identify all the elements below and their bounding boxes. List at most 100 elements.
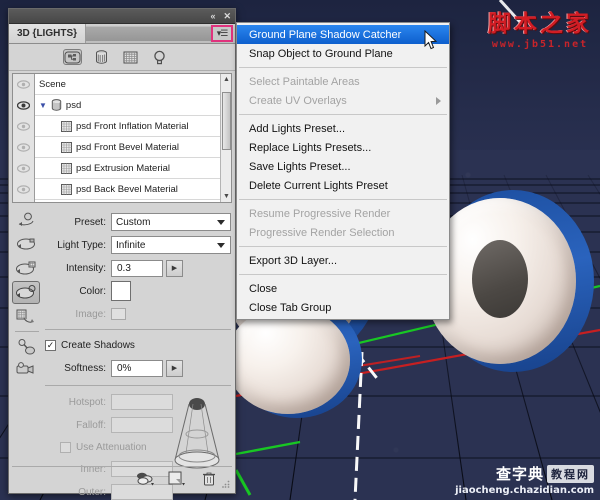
scene-tree-rows[interactable]: Scene ▼ psd psd Front Inflation Material — [35, 74, 231, 202]
eye-toggle[interactable] — [13, 74, 34, 95]
tree-scrollbar[interactable]: ▲ ▼ — [220, 74, 231, 202]
light-filter-button[interactable] — [150, 49, 169, 65]
tree-row-label: psd Extrusion Material — [76, 162, 170, 174]
menu-separator — [239, 274, 447, 275]
menu-item-label: Delete Current Lights Preset — [249, 179, 388, 192]
tree-row-label: psd — [65, 99, 82, 111]
scale-light-icon — [16, 309, 34, 323]
collapse-icon[interactable]: « — [207, 11, 217, 21]
eye-icon — [17, 143, 30, 152]
mouse-cursor — [424, 30, 438, 50]
menu-item-label: Close — [249, 282, 278, 295]
preset-row[interactable]: Preset: Custom — [45, 212, 231, 232]
color-swatch[interactable] — [111, 281, 131, 301]
scroll-up-icon[interactable]: ▲ — [223, 76, 230, 83]
light-type-value: Infinite — [116, 239, 146, 251]
chevron-right-icon — [436, 97, 441, 105]
chevron-down-icon[interactable]: ▼ — [39, 101, 47, 110]
panel-bottom-bar[interactable] — [12, 466, 232, 490]
menu-item-ground-plane-shadow-catcher[interactable]: Ground Plane Shadow Catcher — [237, 25, 449, 44]
tree-row-label: psd Front Inflation Material — [76, 120, 189, 132]
menu-item-export-3d-layer[interactable]: Export 3D Layer... — [237, 251, 449, 270]
image-thumbnail — [111, 308, 126, 320]
watermark-cn-text: 脚本之家 — [488, 11, 592, 37]
point-light-tool[interactable] — [12, 335, 40, 358]
softness-stepper[interactable]: ▶ — [166, 359, 183, 377]
intensity-input[interactable]: 0.3 — [111, 259, 163, 277]
image-label: Image: — [75, 308, 106, 320]
scene-filter-button[interactable] — [63, 49, 82, 65]
scroll-down-icon[interactable]: ▼ — [223, 193, 230, 200]
panel-tab-row[interactable]: 3D {LIGHTS} ▾☰ — [9, 24, 235, 44]
panel-flyout-menu[interactable]: Ground Plane Shadow Catcher Snap Object … — [236, 22, 450, 320]
menu-item-delete-current-lights-preset[interactable]: Delete Current Lights Preset — [237, 176, 449, 195]
eye-toggle[interactable] — [13, 158, 34, 179]
eye-toggle[interactable] — [13, 137, 34, 158]
material-icon — [61, 141, 72, 153]
panel-titlebar[interactable]: « ✕ — [9, 9, 235, 24]
resize-grip-icon[interactable] — [222, 480, 230, 488]
light-type-select[interactable]: Infinite — [111, 236, 231, 254]
menu-item-create-uv-overlays: Create UV Overlays — [237, 91, 449, 110]
roll-light-tool[interactable] — [12, 233, 40, 256]
menu-item-save-lights-preset[interactable]: Save Lights Preset... — [237, 157, 449, 176]
menu-item-resume-progressive-render: Resume Progressive Render — [237, 204, 449, 223]
tree-row-psd[interactable]: ▼ psd — [35, 95, 231, 116]
softness-input[interactable]: 0% — [111, 359, 163, 377]
intensity-stepper[interactable]: ▶ — [166, 259, 183, 277]
intensity-label: Intensity: — [65, 262, 106, 274]
filter-toolbar[interactable] — [9, 44, 235, 71]
panel-menu-button[interactable]: ▾☰ — [211, 25, 233, 42]
material-icon — [61, 120, 72, 132]
eye-icon — [17, 80, 30, 89]
tree-row-material[interactable]: psd Front Inflation Material — [35, 116, 231, 137]
color-row[interactable]: Color: — [45, 281, 231, 301]
hotspot-label: Hotspot: — [68, 396, 106, 408]
create-shadows-row[interactable]: ✓ Create Shadows — [45, 336, 231, 354]
scale-light-tool[interactable] — [12, 305, 40, 328]
scene-icon — [64, 51, 81, 63]
rotate-light-tool[interactable] — [12, 209, 40, 232]
tree-row-material[interactable]: psd Back Bevel Material — [35, 179, 231, 200]
watermark-br-url: jiaocheng.chazidian.com — [455, 485, 594, 496]
softness-row[interactable]: Softness: 0% ▶ — [45, 358, 231, 378]
scrollbar-thumb[interactable] — [222, 92, 231, 150]
tree-row-scene[interactable]: Scene — [35, 74, 231, 95]
preset-value: Custom — [116, 216, 151, 228]
light-tools-strip[interactable] — [12, 209, 42, 383]
tree-row-material[interactable]: psd Front Bevel Material — [35, 137, 231, 158]
light-type-row[interactable]: Light Type: Infinite — [45, 235, 231, 255]
3d-lights-panel[interactable]: « ✕ 3D {LIGHTS} ▾☰ Scene ▼ psd psd Front… — [8, 8, 236, 500]
menu-item-replace-lights-presets[interactable]: Replace Lights Presets... — [237, 138, 449, 157]
menu-item-snap-object-to-ground-plane[interactable]: Snap Object to Ground Plane — [237, 44, 449, 63]
create-shadows-checkbox[interactable]: ✓ — [45, 339, 56, 351]
menu-item-close[interactable]: Close — [237, 279, 449, 298]
material-filter-button[interactable] — [121, 49, 140, 65]
preset-select[interactable]: Custom — [111, 213, 231, 231]
close-icon[interactable]: ✕ — [220, 11, 233, 21]
slide-light-tool[interactable] — [12, 281, 40, 304]
material-grid-icon — [123, 51, 138, 63]
intensity-row[interactable]: Intensity: 0.3 ▶ — [45, 258, 231, 278]
mesh-filter-button[interactable] — [92, 49, 111, 65]
scene-tree[interactable]: Scene ▼ psd psd Front Inflation Material — [12, 73, 232, 203]
menu-item-close-tab-group[interactable]: Close Tab Group — [237, 298, 449, 317]
delete-button[interactable] — [199, 471, 218, 487]
eye-toggle[interactable] — [13, 179, 34, 200]
pan-light-tool[interactable] — [12, 257, 40, 280]
menu-item-label: Save Lights Preset... — [249, 160, 351, 173]
tab-3d-lights[interactable]: 3D {LIGHTS} — [9, 24, 87, 43]
tree-row-label: psd Back Bevel Material — [76, 183, 178, 195]
visibility-column[interactable] — [13, 74, 35, 202]
eye-toggle[interactable] — [13, 116, 34, 137]
tree-row-label: psd Front Bevel Material — [76, 141, 179, 153]
menu-item-add-lights-preset[interactable]: Add Lights Preset... — [237, 119, 449, 138]
watermark-bottom-right: 查字典 教程网 jiaocheng.chazidian.com — [455, 463, 594, 496]
watermark-url: www.jb51.net — [491, 39, 589, 50]
eye-toggle[interactable] — [13, 95, 34, 116]
menu-item-progressive-render-selection: Progressive Render Selection — [237, 223, 449, 242]
new-light-button[interactable] — [135, 471, 154, 487]
add-object-button[interactable] — [167, 471, 186, 487]
tree-row-material[interactable]: psd Extrusion Material — [35, 158, 231, 179]
camera-light-tool[interactable] — [12, 359, 40, 382]
